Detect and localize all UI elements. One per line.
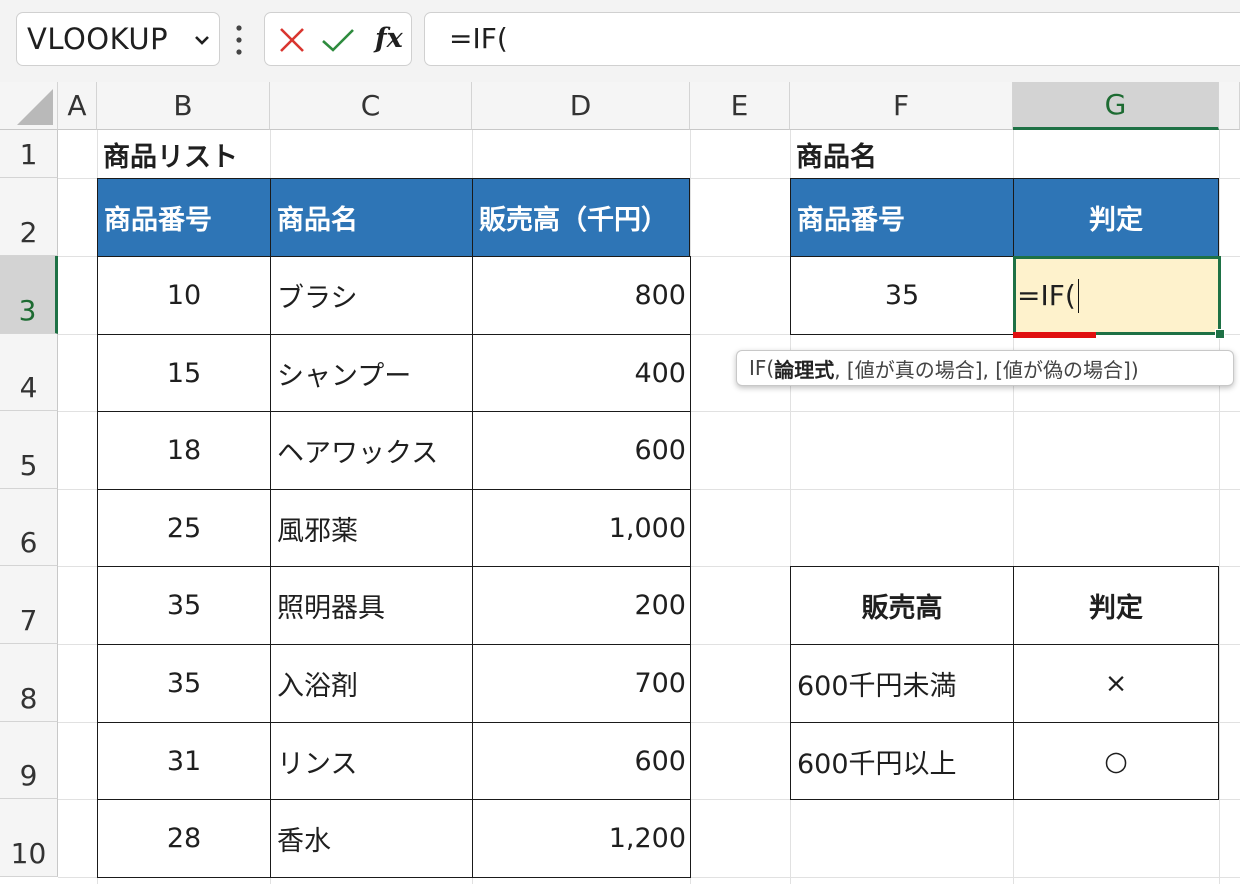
function-tooltip[interactable]: IF(論理式, [値が真の場合], [値が偽の場合])	[736, 350, 1234, 386]
column-header-d[interactable]: D	[472, 82, 690, 130]
error-underline	[1013, 332, 1096, 338]
column-header-partial[interactable]	[1219, 82, 1240, 130]
product-number-cell[interactable]: 18	[97, 411, 271, 490]
formula-bar: VLOOKUP fx =IF(	[0, 0, 1240, 82]
sales-cell[interactable]: 700	[472, 644, 691, 723]
product-name-cell[interactable]: 照明器具	[270, 566, 473, 645]
row-header-10[interactable]: 10	[0, 799, 58, 877]
product-name-cell[interactable]: シャンプー	[270, 334, 473, 412]
criteria-under-600-result[interactable]: ×	[1013, 644, 1219, 723]
column-header-c[interactable]: C	[270, 82, 472, 130]
product-list-title[interactable]: 商品リスト	[97, 130, 270, 178]
criteria-header-judgement[interactable]: 判定	[1013, 566, 1219, 645]
row-header-3[interactable]: 3	[0, 256, 58, 334]
column-header-e[interactable]: E	[690, 82, 790, 130]
row-header-6[interactable]: 6	[0, 489, 58, 566]
product-name-cell[interactable]: リンス	[270, 722, 473, 800]
product-number-cell[interactable]: 35	[97, 566, 271, 645]
active-cell-g3[interactable]: =IF(	[1013, 256, 1221, 335]
more-options-icon[interactable]	[234, 22, 244, 58]
row-header-7[interactable]: 7	[0, 566, 58, 644]
column-header-a[interactable]: A	[58, 82, 97, 130]
formula-input[interactable]: =IF(	[424, 12, 1240, 66]
product-name-cell[interactable]: ヘアワックス	[270, 411, 473, 490]
product-number-cell[interactable]: 10	[97, 256, 271, 335]
formula-buttons: fx	[264, 12, 412, 66]
row-header-5[interactable]: 5	[0, 411, 58, 489]
product-name-cell[interactable]: 風邪薬	[270, 489, 473, 567]
product-name-cell[interactable]: 香水	[270, 799, 473, 878]
sales-cell[interactable]: 1,200	[472, 799, 691, 878]
row-header-1[interactable]: 1	[0, 130, 58, 178]
chevron-down-icon[interactable]	[193, 29, 211, 51]
enter-check-icon[interactable]	[321, 27, 355, 53]
header-product-name[interactable]: 商品名	[270, 178, 473, 257]
select-all-corner[interactable]	[0, 82, 58, 130]
insert-function-icon[interactable]: fx	[375, 23, 403, 54]
cancel-icon[interactable]	[279, 27, 305, 53]
sales-cell[interactable]: 200	[472, 566, 691, 645]
header-sales[interactable]: 販売高（千円）	[472, 178, 690, 257]
select-all-triangle-icon	[17, 89, 53, 125]
lookup-product-number[interactable]: 35	[790, 256, 1014, 335]
product-number-cell[interactable]: 15	[97, 334, 271, 412]
active-cell-text: =IF(	[1017, 279, 1076, 312]
product-number-cell[interactable]: 28	[97, 799, 271, 878]
name-box[interactable]: VLOOKUP	[16, 12, 220, 66]
sales-cell[interactable]: 600	[472, 722, 691, 800]
product-name-cell[interactable]: 入浴剤	[270, 644, 473, 723]
text-caret	[1077, 278, 1079, 313]
product-number-cell[interactable]: 35	[97, 644, 271, 723]
tooltip-bold-arg[interactable]: 論理式	[774, 354, 834, 383]
column-header-b[interactable]: B	[97, 82, 270, 130]
tooltip-prefix: IF(	[749, 356, 775, 380]
grid-line-vertical	[1219, 130, 1220, 884]
header-product-number[interactable]: 商品番号	[97, 178, 271, 257]
criteria-over-600-result[interactable]: ○	[1013, 722, 1219, 800]
product-number-cell[interactable]: 31	[97, 722, 271, 800]
sales-cell[interactable]: 1,000	[472, 489, 691, 567]
lookup-title[interactable]: 商品名	[790, 130, 1013, 178]
row-header-8[interactable]: 8	[0, 644, 58, 722]
header-judgement[interactable]: 判定	[1013, 178, 1219, 257]
header-lookup-number[interactable]: 商品番号	[790, 178, 1014, 257]
product-name-cell[interactable]: ブラシ	[270, 256, 473, 335]
row-header-4[interactable]: 4	[0, 334, 58, 411]
criteria-under-600[interactable]: 600千円未満	[790, 644, 1014, 723]
fill-handle[interactable]	[1215, 329, 1225, 339]
name-box-text: VLOOKUP	[27, 22, 169, 56]
sales-cell[interactable]: 400	[472, 334, 691, 412]
row-header-2[interactable]: 2	[0, 178, 58, 256]
tooltip-rest: , [値が真の場合], [値が偽の場合])	[834, 357, 1139, 382]
sales-cell[interactable]: 600	[472, 411, 691, 490]
criteria-header-sales[interactable]: 販売高	[790, 566, 1014, 645]
product-number-cell[interactable]: 25	[97, 489, 271, 567]
row-header-9[interactable]: 9	[0, 722, 58, 799]
column-header-f[interactable]: F	[790, 82, 1013, 130]
column-header-g[interactable]: G	[1013, 82, 1219, 130]
sales-cell[interactable]: 800	[472, 256, 691, 335]
criteria-over-600[interactable]: 600千円以上	[790, 722, 1014, 800]
